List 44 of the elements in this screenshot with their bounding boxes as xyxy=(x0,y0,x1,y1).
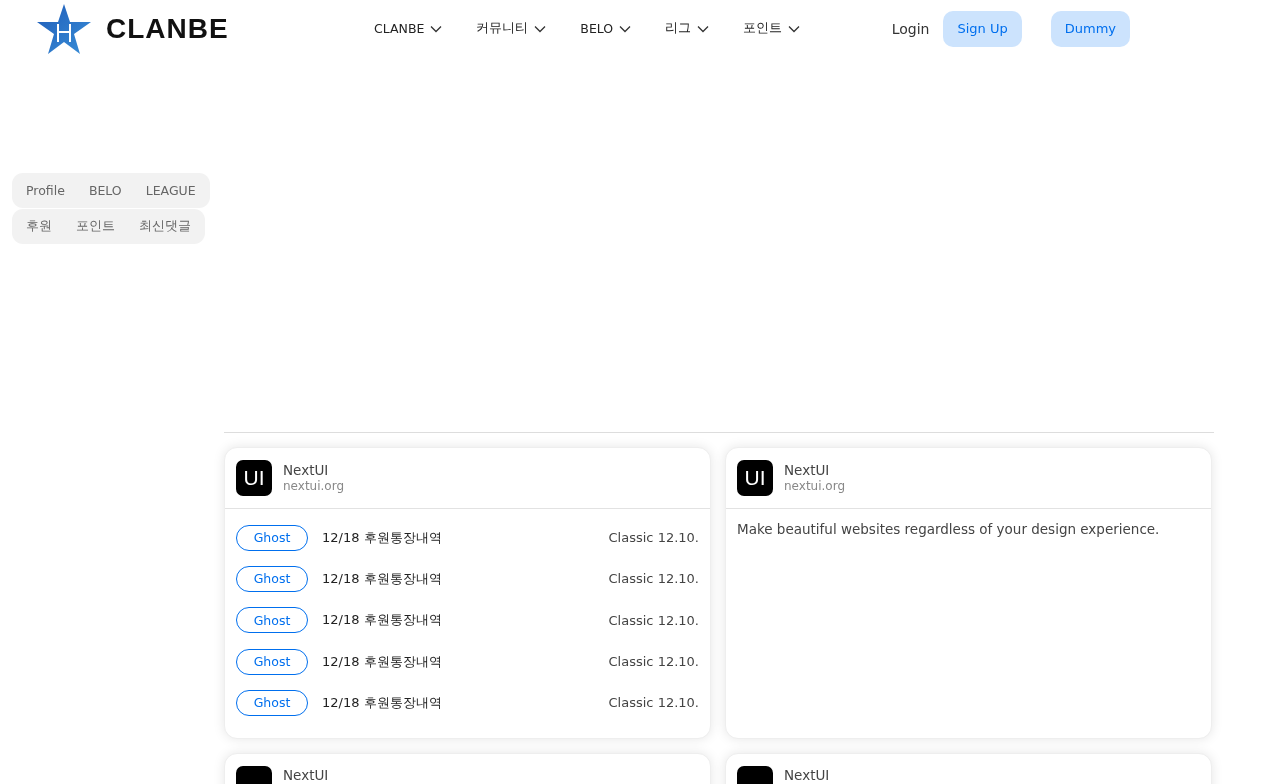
card-title: NextUI xyxy=(283,768,329,784)
chevron-down-icon xyxy=(788,24,801,33)
logo-icon: UI xyxy=(236,460,272,496)
row-meta: Classic 12.10. xyxy=(608,654,699,670)
row-title: 12/18 후원통장내역 xyxy=(322,611,442,630)
ghost-button[interactable]: Ghost xyxy=(236,689,308,716)
chevron-down-icon xyxy=(430,24,443,33)
card-subtitle: nextui.org xyxy=(283,479,345,494)
sidebar-tab[interactable]: LEAGUE xyxy=(133,173,208,208)
row-meta: Classic 12.10. xyxy=(608,530,699,546)
ghost-button[interactable]: Ghost xyxy=(236,648,308,675)
card-title: NextUI xyxy=(784,768,830,784)
row-title: 12/18 후원통장내역 xyxy=(322,652,442,671)
sidebar-tab[interactable]: Profile xyxy=(14,173,77,208)
logo-icon: UI xyxy=(737,460,773,496)
card-title: NextUI xyxy=(283,462,330,479)
row-meta: Classic 12.10. xyxy=(608,612,699,628)
nav-menu-item[interactable]: 커뮤니티 xyxy=(468,20,555,37)
ghost-button[interactable]: Ghost xyxy=(236,524,308,551)
nav-menu-item[interactable]: BELO xyxy=(572,20,640,37)
sidebar-tab[interactable]: BELO xyxy=(76,173,134,208)
nav-menu-item[interactable]: 리그 xyxy=(657,20,718,37)
dummy-button[interactable]: Dummy xyxy=(1050,10,1130,47)
chevron-down-icon xyxy=(697,24,710,33)
row-meta: Classic 12.10. xyxy=(608,695,699,711)
row-title: 12/18 후원통장내역 xyxy=(322,693,442,712)
chevron-down-icon xyxy=(534,24,547,33)
login-link[interactable]: Login xyxy=(885,20,936,37)
brand-name: CLANBE xyxy=(106,12,229,45)
nav-menu-item[interactable]: CLANBE xyxy=(366,20,451,37)
row-title: 12/18 후원통장내역 xyxy=(322,528,442,547)
row-meta: Classic 12.10. xyxy=(608,571,699,587)
card-title: NextUI xyxy=(784,462,831,479)
row-title: 12/18 후원통장내역 xyxy=(322,569,442,588)
nav-menu-item[interactable]: 포인트 xyxy=(735,20,809,37)
card-text: Make beautiful websites regardless of your design experience. xyxy=(736,520,1161,539)
ghost-button[interactable]: Ghost xyxy=(236,565,308,592)
sidebar-tab[interactable]: 후원 xyxy=(14,209,64,244)
card-subtitle: nextui.org xyxy=(784,479,846,494)
signup-button[interactable]: Sign Up xyxy=(943,10,1022,47)
ghost-button[interactable]: Ghost xyxy=(236,607,308,634)
sidebar-tab[interactable]: 포인트 xyxy=(64,209,127,244)
chevron-down-icon xyxy=(619,24,632,33)
sidebar-tab[interactable]: 최신댓글 xyxy=(127,209,203,244)
